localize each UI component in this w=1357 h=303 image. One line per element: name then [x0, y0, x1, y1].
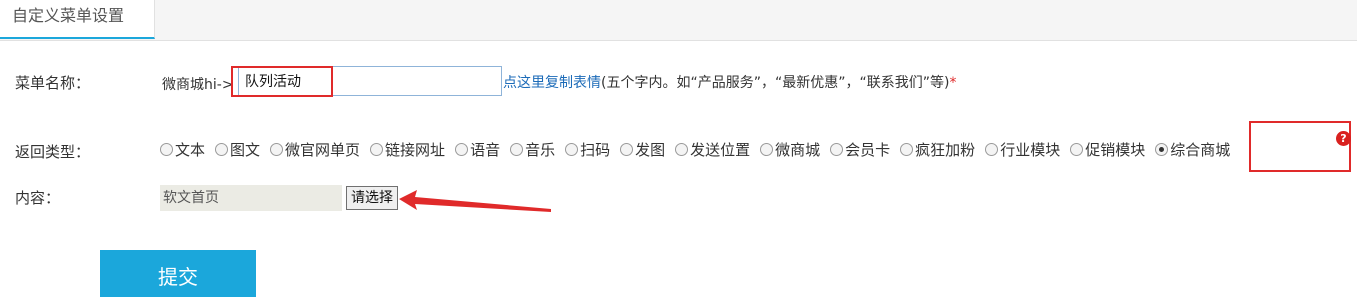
return-type-option[interactable]: 扫码 [565, 139, 610, 160]
required-mark: * [949, 75, 957, 91]
radio-icon[interactable] [565, 143, 579, 156]
return-type-option[interactable]: 会员卡 [830, 139, 890, 160]
return-type-option[interactable]: 综合商城 [1155, 139, 1230, 160]
help-icon[interactable]: ? [1336, 131, 1351, 146]
return-type-option[interactable]: 发图 [620, 139, 665, 160]
menu-name-prefix: 微商城hi-> [162, 77, 234, 93]
return-type-option-label: 发送位置 [690, 141, 751, 159]
menu-name-label: 菜单名称： [15, 74, 91, 92]
choose-button[interactable]: 请选择 [346, 186, 398, 210]
return-type-option[interactable]: 图文 [215, 139, 260, 160]
radio-icon[interactable] [510, 143, 524, 156]
return-type-option[interactable]: 促销模块 [1070, 139, 1145, 160]
radio-icon[interactable] [270, 143, 284, 156]
return-type-option-label: 链接网址 [385, 141, 446, 159]
return-type-option[interactable]: 微商城 [760, 139, 820, 160]
radio-icon[interactable] [1155, 143, 1169, 156]
return-type-option-label: 语音 [470, 141, 501, 159]
return-type-option[interactable]: 发送位置 [675, 139, 750, 160]
copy-emoji-link[interactable]: 点这里复制表情 [503, 75, 601, 91]
menu-name-input[interactable] [238, 66, 502, 96]
tab-bar: 自定义菜单设置 [0, 0, 1357, 41]
return-type-option[interactable]: 疯狂加粉 [900, 139, 975, 160]
return-type-radio-group: 文本 图文 微官网单页 链接网址 语音 音乐 扫码 发图 发送位置 微商城 会员卡 疯狂加粉 行业模块 促… [160, 139, 1240, 160]
return-type-option-label: 微商城 [775, 141, 821, 159]
return-type-option[interactable]: 行业模块 [985, 139, 1060, 160]
return-type-option-label: 发图 [635, 141, 666, 159]
return-type-option[interactable]: 文本 [160, 139, 205, 160]
return-type-option[interactable]: 链接网址 [370, 139, 445, 160]
radio-icon[interactable] [830, 143, 844, 156]
radio-icon[interactable] [1070, 143, 1084, 156]
return-type-option[interactable]: 语音 [455, 139, 500, 160]
radio-icon[interactable] [985, 143, 999, 156]
content-field: 软文首页 [160, 185, 342, 211]
return-type-option-label: 文本 [175, 141, 206, 159]
radio-icon[interactable] [455, 143, 469, 156]
radio-icon[interactable] [675, 143, 689, 156]
radio-icon[interactable] [370, 143, 384, 156]
return-type-option-label: 微官网单页 [285, 141, 361, 159]
return-type-option-label: 综合商城 [1170, 141, 1231, 159]
red-arrow-icon [399, 190, 551, 212]
return-type-option-label: 促销模块 [1085, 141, 1146, 159]
return-type-option-label: 扫码 [580, 141, 611, 159]
return-type-option[interactable]: 音乐 [510, 139, 555, 160]
return-type-option-label: 行业模块 [1000, 141, 1061, 159]
radio-icon[interactable] [620, 143, 634, 156]
return-type-option[interactable]: 微官网单页 [270, 139, 360, 160]
radio-icon[interactable] [160, 143, 173, 156]
content-label: 内容： [15, 189, 61, 207]
hint-text: (五个字内。如“产品服务”，“最新优惠”，“联系我们”等) [601, 75, 950, 91]
radio-icon[interactable] [900, 143, 914, 156]
return-type-option-label: 音乐 [525, 141, 556, 159]
selected-radio-highlight-box [1249, 121, 1351, 172]
radio-icon[interactable] [215, 143, 229, 156]
radio-icon[interactable] [760, 143, 774, 156]
submit-button[interactable]: 提交 [100, 250, 256, 297]
return-type-option-label: 图文 [230, 141, 261, 159]
return-type-label: 返回类型： [15, 143, 91, 161]
tab-custom-menu-settings[interactable]: 自定义菜单设置 [0, 0, 155, 39]
return-type-option-label: 会员卡 [845, 141, 891, 159]
menu-name-hint: 点这里复制表情(五个字内。如“产品服务”，“最新优惠”，“联系我们”等)* [503, 72, 956, 92]
return-type-option-label: 疯狂加粉 [915, 141, 976, 159]
